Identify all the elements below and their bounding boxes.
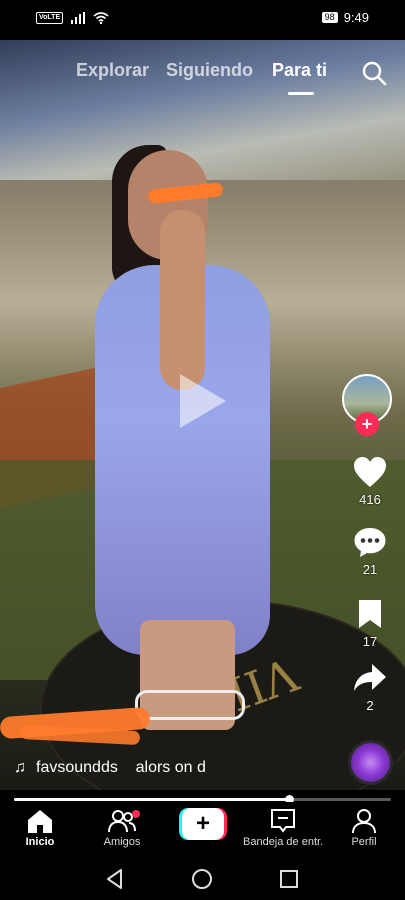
tab-para-ti[interactable]: Para ti	[272, 60, 327, 81]
nav-label-amigos: Amigos	[103, 836, 141, 848]
comment-icon	[354, 528, 386, 557]
bookmark-icon	[359, 600, 381, 628]
home-circle-icon[interactable]	[191, 868, 213, 890]
tab-siguiendo[interactable]: Siguiendo	[166, 60, 253, 81]
inbox-icon	[271, 809, 295, 833]
status-left: VoLTE	[36, 12, 109, 24]
play-icon[interactable]	[178, 372, 228, 430]
nav-label-inicio: Inicio	[25, 836, 55, 848]
create-icon[interactable]: +	[179, 808, 227, 840]
wifi-icon	[93, 12, 109, 24]
tab-explorar[interactable]: Explorar	[76, 60, 149, 81]
profile-icon	[352, 809, 376, 834]
share-button[interactable]: 2	[335, 662, 405, 713]
recents-icon[interactable]	[278, 868, 300, 890]
feed-tabs: Explorar Siguiendo Para ti	[0, 60, 405, 95]
volte-badge: VoLTE	[36, 12, 64, 24]
status-bar: VoLTE 98 9:49	[0, 0, 405, 40]
nav-inicio[interactable]: Inicio	[0, 808, 80, 848]
friends-notification-dot	[132, 810, 140, 818]
nav-bandeja[interactable]: Bandeja de entr...	[243, 808, 323, 848]
plus-icon[interactable]: +	[355, 412, 379, 436]
like-button[interactable]: 416	[335, 456, 405, 507]
nav-label-bandeja: Bandeja de entr...	[243, 836, 323, 848]
nav-label-perfil: Perfil	[351, 836, 377, 848]
status-right: 98 9:49	[321, 10, 369, 25]
share-count: 2	[366, 698, 374, 713]
battery-icon: 98	[321, 12, 338, 23]
comment-button[interactable]: 21	[335, 526, 405, 577]
share-icon	[354, 664, 386, 691]
signal-icon	[71, 12, 86, 24]
comment-count: 21	[362, 562, 378, 577]
music-disc-icon[interactable]	[348, 740, 393, 785]
system-nav-bar	[0, 856, 405, 900]
heart-icon	[354, 457, 386, 487]
nav-amigos[interactable]: Amigos	[82, 808, 162, 848]
person-arm	[160, 210, 205, 390]
active-tab-indicator	[288, 92, 314, 95]
sound-link[interactable]: ♫ favsoundds alors on d	[14, 758, 224, 778]
sound-text: favsoundds alors on d	[36, 759, 206, 776]
search-icon[interactable]	[361, 60, 387, 86]
person-shoes	[135, 690, 245, 720]
clock: 9:49	[343, 10, 369, 25]
back-icon[interactable]	[104, 868, 126, 890]
save-button[interactable]: 17	[335, 598, 405, 649]
like-count: 416	[359, 492, 381, 507]
home-icon	[28, 810, 52, 833]
progress-fill	[14, 798, 290, 801]
bottom-nav: Inicio Amigos + Bandeja de entr... Perfi…	[0, 802, 405, 856]
save-count: 17	[362, 634, 378, 649]
nav-perfil[interactable]: Perfil	[324, 808, 404, 848]
music-note-icon: ♫	[14, 759, 26, 776]
video-progress-bar[interactable]	[14, 795, 391, 804]
